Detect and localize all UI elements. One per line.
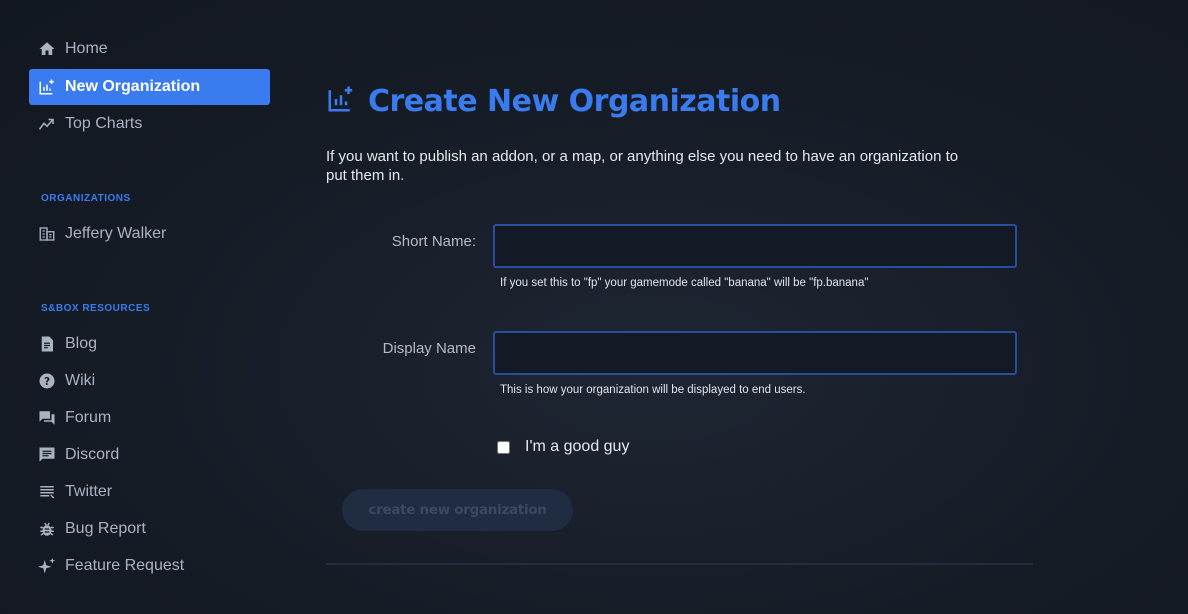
forum-icon: [37, 408, 57, 428]
article-icon: [37, 334, 57, 354]
main-content: Create New Organization If you want to p…: [326, 0, 1046, 614]
nav-item-wiki[interactable]: ? Wiki: [29, 363, 270, 399]
create-organization-button[interactable]: create new organization: [342, 489, 573, 531]
chat-icon: [37, 445, 57, 465]
nav-item-label: Blog: [65, 335, 98, 352]
sidebar: Home New Organization Top Charts ORGANIZ…: [0, 0, 300, 614]
display-name-label: Display Name: [382, 340, 476, 357]
bug-icon: [37, 519, 57, 539]
short-name-input[interactable]: [493, 224, 1017, 268]
new-organization-icon: [37, 77, 57, 97]
organizations-heading: ORGANIZATIONS: [41, 193, 131, 204]
nav-item-label: Bug Report: [65, 520, 146, 537]
display-name-help: This is how your organization will be di…: [500, 384, 806, 396]
nav-item-label: Discord: [65, 446, 120, 463]
resources-heading: S&BOX RESOURCES: [41, 303, 151, 314]
divider: [326, 563, 1033, 565]
nav-item-new-organization[interactable]: New Organization: [29, 69, 270, 105]
nav-item-jeffery-walker[interactable]: Jeffery Walker: [29, 216, 270, 252]
nav-item-twitter[interactable]: Twitter: [29, 474, 270, 510]
svg-text:?: ?: [44, 376, 50, 388]
page-title: Create New Organization: [368, 84, 781, 119]
feed-icon: [37, 482, 57, 502]
page-header: Create New Organization: [326, 84, 781, 119]
display-name-input[interactable]: [493, 331, 1017, 375]
short-name-help: If you set this to "fp" your gamemode ca…: [500, 277, 869, 289]
good-guy-checkbox[interactable]: [497, 440, 510, 454]
nav-item-label: Feature Request: [65, 557, 185, 574]
nav-item-label: Top Charts: [65, 115, 143, 132]
organization-icon: [37, 224, 57, 244]
help-icon: ?: [37, 371, 57, 391]
home-icon: [37, 39, 57, 59]
good-guy-row[interactable]: I'm a good guy: [497, 438, 629, 456]
intro-text: If you want to publish an addon, or a ma…: [326, 148, 959, 184]
sparkle-icon: [37, 556, 57, 576]
nav-item-home[interactable]: Home: [29, 31, 270, 67]
nav-item-label: Forum: [65, 409, 112, 426]
nav-item-top-charts[interactable]: Top Charts: [29, 106, 270, 142]
new-organization-icon: [326, 84, 356, 119]
nav-item-feature-request[interactable]: Feature Request: [29, 548, 270, 584]
trending-icon: [37, 114, 57, 134]
nav-item-discord[interactable]: Discord: [29, 437, 270, 473]
nav-item-label: Twitter: [65, 483, 113, 500]
nav-item-label: Wiki: [65, 372, 96, 389]
nav-item-blog[interactable]: Blog: [29, 326, 270, 362]
nav-item-bug-report[interactable]: Bug Report: [29, 511, 270, 547]
short-name-label: Short Name:: [391, 233, 476, 250]
nav-item-label: New Organization: [65, 78, 201, 95]
nav-item-forum[interactable]: Forum: [29, 400, 270, 436]
nav-item-label: Home: [65, 40, 108, 57]
nav-item-label: Jeffery Walker: [65, 225, 167, 242]
good-guy-label: I'm a good guy: [525, 438, 630, 455]
